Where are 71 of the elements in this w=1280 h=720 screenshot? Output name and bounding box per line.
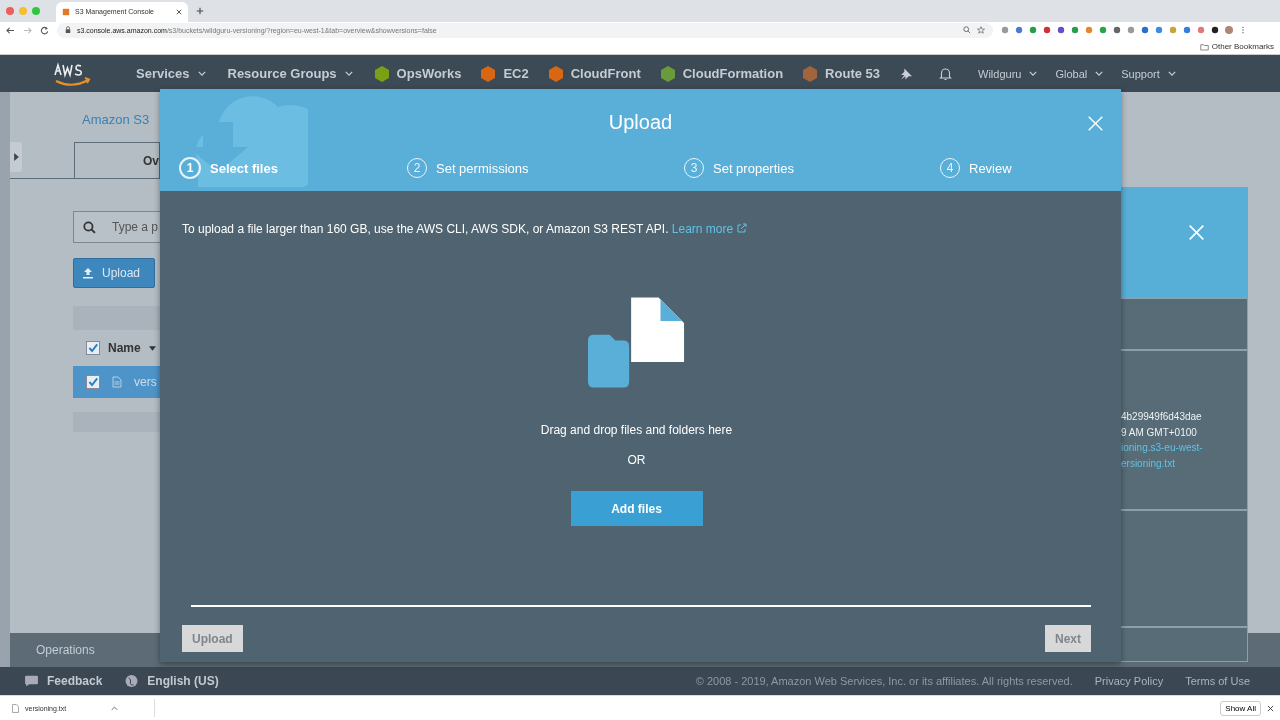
step-label: Review	[969, 160, 1012, 176]
checkbox[interactable]	[86, 341, 100, 355]
forward-icon[interactable]	[23, 25, 32, 35]
detail-text: 4b29949f6d43dae	[1121, 410, 1203, 424]
caret-icon	[1029, 71, 1038, 76]
nav-menu[interactable]: Wildguru	[978, 67, 1038, 80]
nav-menu[interactable]: Resource Groups	[227, 66, 353, 81]
or-separator: OR	[627, 453, 646, 467]
file-icon	[112, 376, 122, 388]
file-folder-icon	[587, 297, 686, 388]
detail-text: 9 AM GMT+0100	[1121, 425, 1198, 440]
sort-icon[interactable]	[148, 345, 156, 351]
reload-icon[interactable]	[40, 25, 49, 35]
star-icon[interactable]	[977, 26, 985, 35]
object-url-link[interactable]: ersioning.txt	[1121, 455, 1247, 471]
caret-icon	[13, 153, 19, 161]
speech-bubble-icon	[24, 674, 39, 688]
more-icon[interactable]	[1239, 26, 1247, 35]
bell-icon[interactable]	[939, 66, 952, 81]
caret-icon	[1095, 71, 1104, 76]
search-field[interactable]: Type a p	[73, 211, 160, 243]
step-label: Set permissions	[436, 160, 529, 176]
upload-icon	[82, 267, 94, 279]
upload-button[interactable]: Upload	[73, 258, 155, 288]
column-header[interactable]: Name	[108, 341, 141, 355]
footer-link[interactable]: Privacy Policy	[1094, 675, 1164, 687]
file-icon	[12, 703, 19, 713]
close-window-icon[interactable]	[6, 6, 14, 15]
feedback-link[interactable]: Feedback	[47, 674, 103, 688]
nav-menu[interactable]: Global	[1055, 67, 1104, 80]
service-shortcut[interactable]: Route 53	[803, 65, 880, 82]
add-files-button[interactable]: Add files	[570, 491, 703, 526]
bookmarks-folder[interactable]: Other Bookmarks	[1211, 42, 1274, 52]
overview-tab[interactable]: Ov	[74, 142, 160, 178]
nav-menu[interactable]: Services	[136, 66, 206, 81]
dialog-title: Upload	[608, 110, 673, 134]
checkbox[interactable]	[86, 375, 100, 389]
caret-icon	[197, 71, 206, 76]
new-tab-icon[interactable]	[196, 6, 204, 15]
caret-icon	[344, 71, 353, 76]
cube-icon	[62, 7, 70, 16]
close-icon[interactable]	[1267, 704, 1274, 712]
caret-icon	[1167, 71, 1176, 76]
nav-menu[interactable]: Support	[1121, 67, 1176, 80]
service-shortcut[interactable]: CloudFront	[548, 65, 641, 82]
sidebar-toggle[interactable]	[10, 142, 22, 172]
pin-icon[interactable]	[900, 66, 913, 81]
caret-icon[interactable]	[111, 705, 118, 711]
copyright-text: © 2008 - 2019, Amazon Web Services, Inc. or its affiliates. All rights reserved.	[695, 675, 1073, 687]
step-label: Set properties	[713, 160, 794, 176]
footer-link[interactable]: Terms of Use	[1185, 675, 1250, 687]
back-icon[interactable]	[6, 25, 15, 35]
service-shortcut[interactable]: EC2	[481, 65, 529, 82]
learn-more-link[interactable]: Learn more	[671, 222, 747, 236]
file-name: vers	[134, 375, 157, 389]
external-link-icon	[736, 223, 747, 233]
lock-icon	[65, 26, 71, 35]
service-shortcut[interactable]: CloudFormation	[660, 65, 784, 82]
step-number: 1	[179, 157, 201, 179]
zoom-icon[interactable]	[963, 26, 971, 35]
search-icon	[83, 221, 96, 234]
folder-icon	[1199, 42, 1209, 51]
service-shortcut[interactable]: OpsWorks	[374, 65, 462, 82]
globe-icon	[124, 674, 140, 688]
close-icon[interactable]	[176, 8, 182, 15]
language-selector[interactable]: English (US)	[147, 674, 219, 688]
drop-hint: Drag and drop files and folders here	[540, 423, 733, 437]
profile-avatar[interactable]	[1225, 26, 1233, 35]
size-notice: To upload a file larger than 160 GB, use the AWS CLI, AWS SDK, or Amazon S3 REST API.	[182, 222, 669, 236]
show-all-button[interactable]: Show All	[1220, 700, 1261, 716]
step-label: Select files	[210, 160, 278, 176]
